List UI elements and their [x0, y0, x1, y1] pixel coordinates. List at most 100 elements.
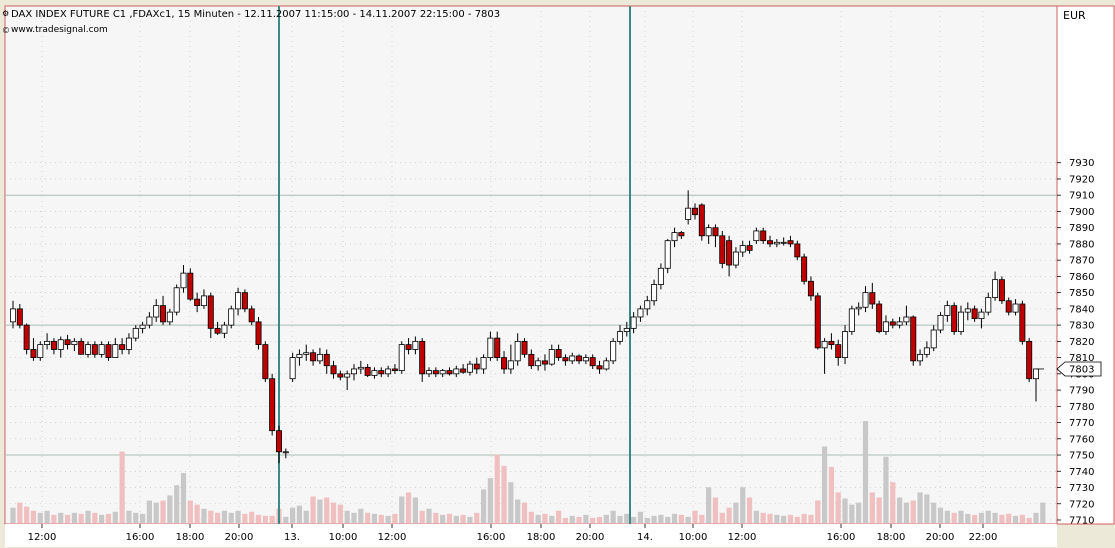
volume-bar	[528, 511, 534, 523]
last-value-marker: 7803	[1056, 361, 1102, 377]
candle-body-down	[814, 295, 821, 349]
candle-body-up	[385, 368, 392, 375]
candle-body-up	[146, 316, 153, 326]
volume-bar	[351, 512, 357, 523]
y-tick-label: 7780	[1069, 402, 1094, 413]
volume-bar	[126, 510, 132, 523]
volume-bar	[542, 513, 548, 523]
volume-bar	[903, 502, 910, 523]
candle-body-down	[760, 230, 767, 242]
candle	[801, 253, 808, 285]
volume-bar	[167, 495, 173, 523]
volume-bar	[815, 500, 821, 523]
volume-bar	[931, 502, 937, 523]
x-tick-label: 18:00	[877, 532, 906, 543]
volume-bar	[228, 512, 234, 523]
candle	[248, 305, 255, 326]
candle-body-up	[637, 308, 644, 318]
volume-bar	[992, 512, 998, 523]
volume-bar	[869, 492, 875, 523]
candle-body-down	[787, 240, 794, 245]
x-tick-label: 10:00	[329, 532, 358, 543]
volume-bar	[1033, 512, 1039, 523]
volume-bar	[194, 504, 200, 523]
candle-body-up	[896, 321, 903, 326]
volume-bar	[37, 512, 43, 523]
volume-bar	[910, 500, 916, 523]
volume-bar	[1040, 502, 1046, 523]
volume-bar	[174, 485, 180, 523]
volume-bar	[576, 516, 582, 523]
candle-body-up	[132, 327, 139, 339]
candle-body-up	[664, 240, 671, 269]
candle-body-down	[337, 373, 344, 378]
candle	[951, 302, 958, 335]
candle-body-down	[678, 232, 685, 237]
last-value-label: 7803	[1069, 364, 1094, 375]
volume-bar	[583, 514, 589, 523]
candle-body-up	[514, 340, 521, 362]
settings-gear-icon[interactable]: ⚙	[2, 9, 9, 18]
candle-body-down	[255, 321, 262, 346]
candle-body-up	[944, 305, 951, 316]
volume-bar	[856, 502, 862, 523]
candle-body-down	[30, 349, 37, 359]
volume-bar	[208, 510, 214, 523]
x-tick-label: 18:00	[527, 532, 556, 543]
candle-body-down	[78, 340, 85, 355]
y-tick-label: 7820	[1069, 337, 1094, 348]
candle-body-down	[207, 295, 214, 329]
volume-bar	[753, 510, 759, 523]
volume-bar	[556, 510, 562, 523]
volume-bar	[412, 497, 418, 523]
candle-body-down	[712, 227, 719, 237]
candle-body-down	[310, 352, 317, 362]
volume-bar	[808, 514, 814, 523]
x-tick-label: 20:00	[926, 532, 955, 543]
candle-body-up	[487, 337, 494, 359]
candle-body-up	[44, 340, 51, 346]
volume-bar	[644, 517, 650, 523]
volume-bar	[480, 489, 487, 523]
volume-bar	[746, 497, 753, 523]
volume-bar	[317, 499, 323, 523]
volume-bar	[221, 510, 228, 523]
volume-bar	[358, 508, 364, 523]
volume-bar	[842, 498, 848, 523]
volume-bar	[651, 515, 657, 523]
candle-body-up	[371, 370, 378, 376]
candle-body-up	[923, 347, 930, 355]
volume-bar	[883, 456, 889, 523]
volume-bar	[139, 513, 146, 523]
volume-bar	[160, 500, 166, 523]
candle	[23, 323, 30, 355]
volume-bar	[460, 514, 466, 523]
volume-bar	[610, 510, 616, 523]
volume-bar	[972, 514, 978, 523]
candle-body-up	[623, 327, 630, 333]
candle-body-up	[882, 321, 889, 333]
volume-bar	[133, 512, 139, 523]
volume-bar	[446, 513, 453, 523]
candle-body-down	[501, 357, 508, 370]
y-tick-label: 7830	[1069, 321, 1094, 332]
volume-bar	[897, 497, 903, 523]
candle-body-up	[630, 316, 637, 329]
x-tick-label: 12:00	[378, 532, 407, 543]
volume-bar	[467, 516, 473, 523]
candle-body-down	[767, 240, 774, 245]
candle-body-up	[821, 340, 828, 349]
candle-body-down	[460, 368, 467, 373]
volume-bar	[917, 492, 923, 523]
y-tick-label: 7900	[1069, 207, 1094, 218]
volume-bar	[951, 512, 957, 523]
plot-area[interactable]	[4, 5, 1058, 525]
volume-bar	[549, 515, 555, 523]
volume-bar	[296, 505, 303, 523]
x-tick-label: 14.	[637, 532, 653, 543]
x-tick-label: 18:00	[176, 532, 205, 543]
candle-body-up	[930, 329, 937, 349]
candle-body-up	[848, 308, 855, 333]
candle-body-up	[978, 311, 985, 320]
y-tick-label: 7850	[1069, 288, 1094, 299]
